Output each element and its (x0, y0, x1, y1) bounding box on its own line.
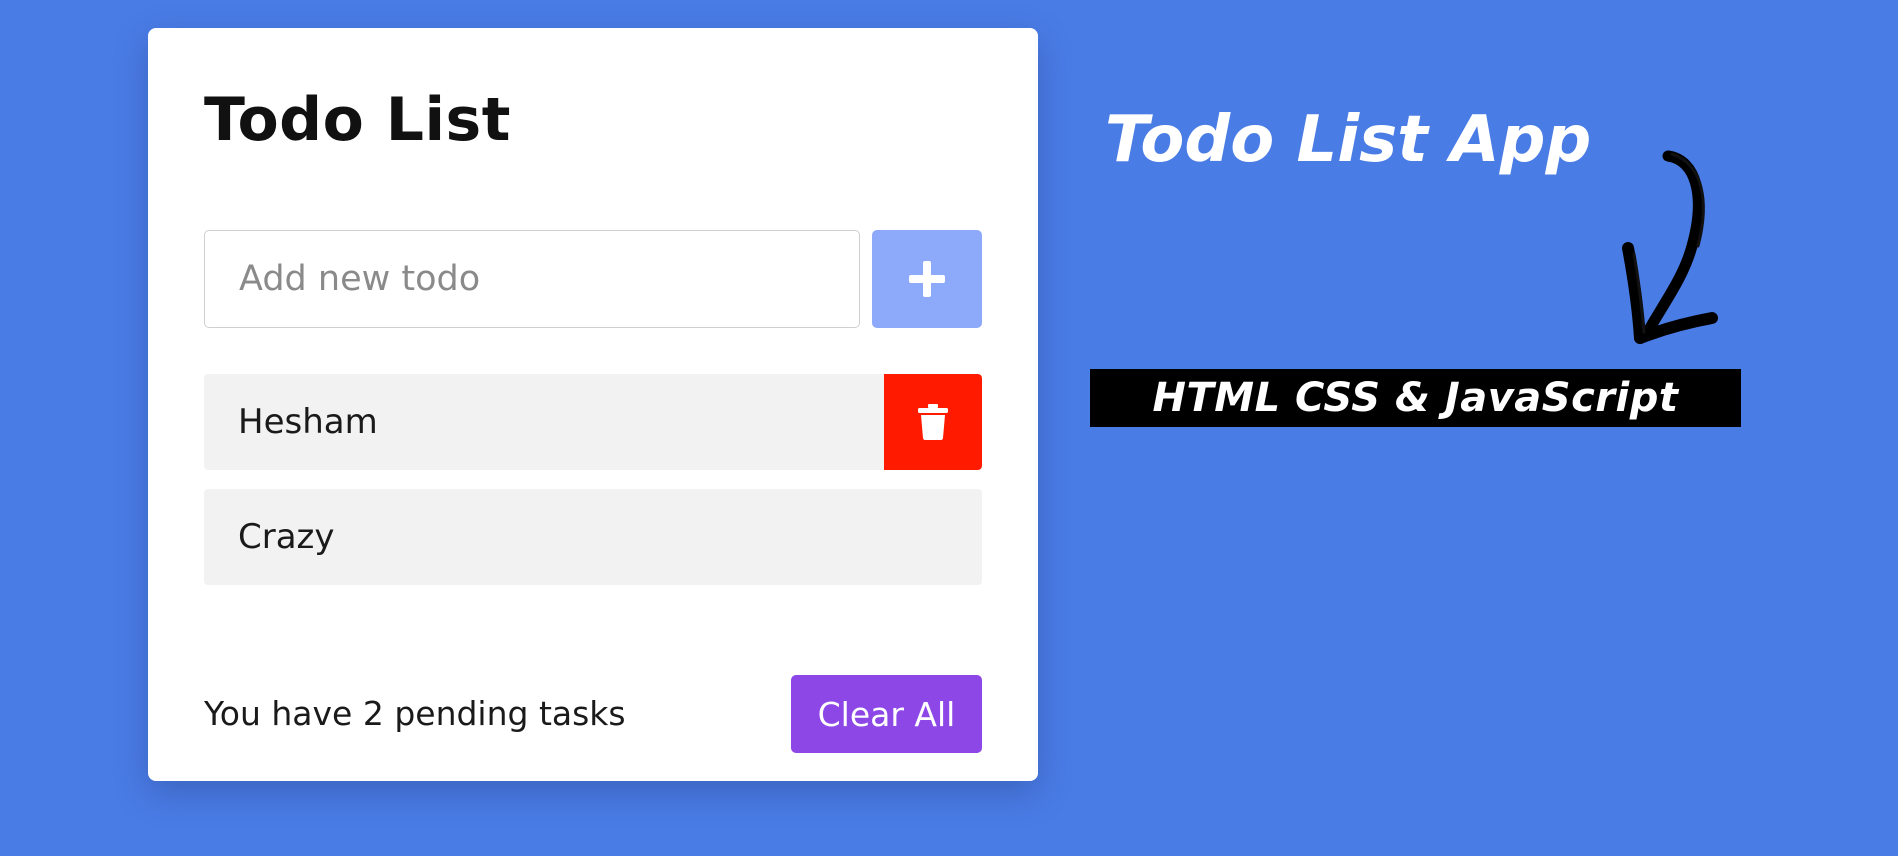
todo-title: Todo List (204, 85, 511, 155)
todo-item-text: Crazy (238, 517, 335, 557)
promo-title: Todo List App (1105, 103, 1592, 177)
todo-item[interactable]: Crazy (204, 489, 982, 585)
tech-stack-banner: HTML CSS & JavaScript (1090, 369, 1741, 427)
delete-todo-button[interactable] (884, 374, 982, 470)
todo-item[interactable]: Hesham (204, 374, 982, 470)
add-todo-button[interactable] (872, 230, 982, 328)
clear-all-button[interactable]: Clear All (791, 675, 982, 753)
todo-footer: You have 2 pending tasks Clear All (204, 675, 982, 753)
add-todo-row (204, 230, 982, 328)
trash-icon (918, 404, 948, 440)
add-todo-input[interactable] (204, 230, 860, 328)
plus-icon (909, 261, 945, 297)
curved-arrow-down-icon (1622, 150, 1718, 344)
todo-list: Hesham Crazy (204, 374, 982, 604)
todo-card: Todo List Hesham Crazy You have 2 (148, 28, 1038, 781)
todo-item-text: Hesham (238, 402, 378, 442)
pending-tasks-count: You have 2 pending tasks (204, 694, 626, 733)
